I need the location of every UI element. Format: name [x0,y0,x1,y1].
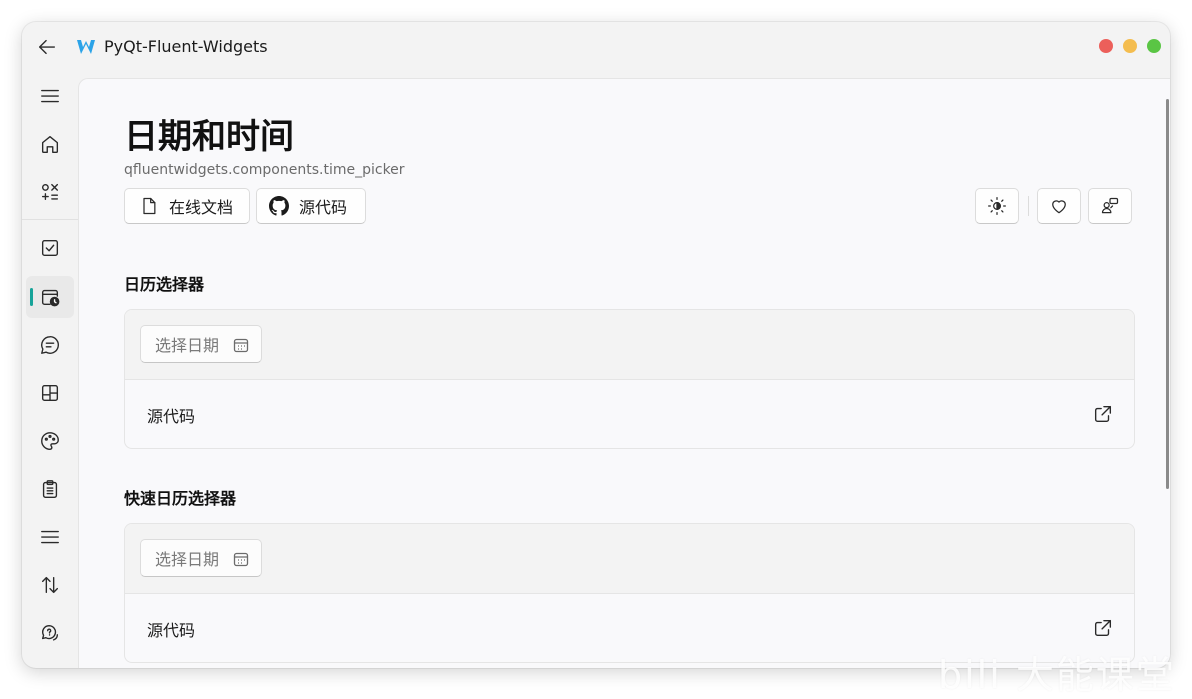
section-title-calendar-picker: 日历选择器 [124,275,205,294]
minimize-window-button[interactable] [1123,39,1137,53]
brightness-icon [988,197,1006,215]
external-link-icon[interactable] [1092,403,1114,425]
module-path: qfluentwidgets.components.time_picker [124,162,405,178]
card-source-row[interactable]: 源代码 [125,380,1134,448]
nav-item-menu[interactable] [26,468,74,510]
watermark: bili 大能课堂 [938,653,1176,697]
feedback-icon [1101,197,1119,214]
back-arrow-icon[interactable] [36,36,60,60]
clipboard-icon [42,480,58,498]
nav-item-layout[interactable] [26,372,74,414]
app-window: PyQt-Fluent-Widgets 日期和时间 qfluentwidgets… [22,22,1170,668]
close-window-button[interactable] [1099,39,1113,53]
source-code-label: 源代码 [299,198,348,217]
external-link-icon[interactable] [1092,617,1114,639]
navigation-sidebar [22,74,78,668]
fast-calendar-picker-card: 选择日期 源代码 [124,523,1135,663]
sort-arrows-icon [41,576,59,594]
app-logo-icon [76,37,96,57]
toolbar-divider [1028,196,1029,216]
nav-item-material[interactable] [26,420,74,462]
card-demo-area: 选择日期 [125,524,1134,594]
title-bar: PyQt-Fluent-Widgets [22,22,1170,74]
calendar-picker-card: 选择日期 源代码 [124,309,1135,449]
gallery-icon [41,183,59,201]
favorite-button[interactable] [1037,188,1081,224]
home-icon [41,135,59,153]
section-title-fast-calendar-picker: 快速日历选择器 [124,489,237,508]
toggle-theme-button[interactable] [975,188,1019,224]
github-icon [269,196,289,216]
picker-placeholder: 选择日期 [155,336,220,355]
nav-item-home[interactable] [26,123,74,165]
online-docs-label: 在线文档 [169,198,234,217]
source-code-link-label: 源代码 [147,407,196,426]
picker-placeholder: 选择日期 [155,550,220,569]
nav-item-basic-input[interactable] [26,227,74,269]
layout-icon [41,384,59,402]
sidebar-divider [22,219,78,220]
checkbox-icon [41,239,59,257]
calendar-picker-button[interactable]: 选择日期 [140,325,262,363]
palette-icon [41,432,59,450]
chat-icon [41,336,59,354]
nav-item-dialog[interactable] [26,324,74,366]
fast-calendar-picker-button[interactable]: 选择日期 [140,539,262,577]
vertical-scrollbar[interactable] [1166,99,1169,489]
feedback-button[interactable] [1088,188,1132,224]
list-icon [41,530,59,544]
chat-help-icon [41,624,59,641]
nav-item-scroll[interactable] [26,564,74,606]
app-title: PyQt-Fluent-Widgets [104,37,268,56]
nav-item-date-time[interactable] [26,276,74,318]
nav-item-navigation[interactable] [26,516,74,558]
calendar-icon [233,552,249,567]
online-docs-button[interactable]: 在线文档 [124,188,250,224]
calendar-clock-icon [41,289,60,307]
heart-icon [1052,200,1066,214]
menu-toggle-button[interactable] [26,75,74,117]
maximize-window-button[interactable] [1147,39,1161,53]
active-indicator [30,288,33,306]
calendar-icon [233,338,249,353]
source-code-button[interactable]: 源代码 [256,188,366,224]
nav-item-gallery[interactable] [26,171,74,213]
nav-item-status-info[interactable] [26,612,74,654]
source-code-link-label: 源代码 [147,621,196,640]
document-icon [143,197,156,215]
content-area: 日期和时间 qfluentwidgets.components.time_pic… [78,78,1170,668]
menu-icon [41,89,59,103]
card-demo-area: 选择日期 [125,310,1134,380]
page-title: 日期和时间 [124,117,294,157]
